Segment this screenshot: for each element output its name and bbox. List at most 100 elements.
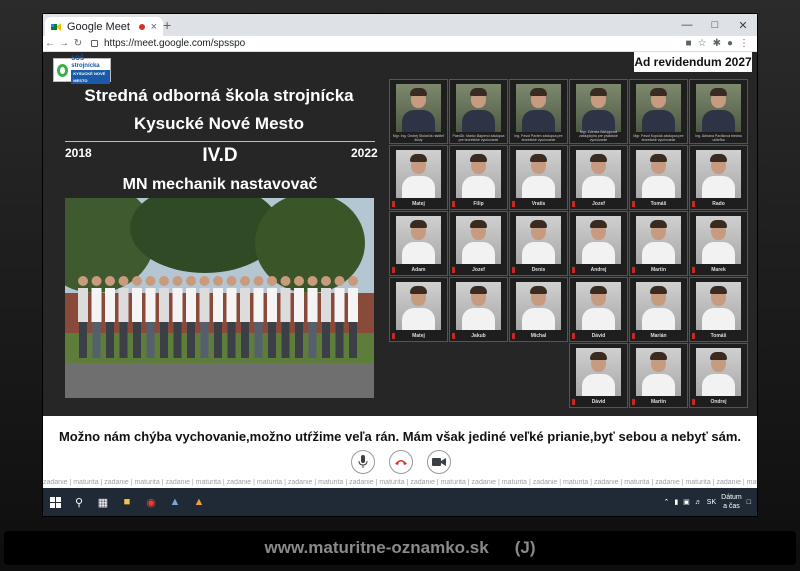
person-body — [267, 288, 277, 322]
portrait-photo — [696, 150, 741, 198]
footer-mark: (J) — [514, 538, 536, 557]
tab-google-meet[interactable]: Google Meet × — [45, 17, 163, 36]
browser-window: Google Meet × + — □ ✕ ← → ↻ https://meet… — [43, 14, 757, 516]
search-icon[interactable]: ⚲ — [67, 488, 91, 516]
address-bar[interactable]: https://meet.google.com/spsspo — [91, 38, 245, 49]
network-icon[interactable]: ▣ — [683, 498, 690, 506]
person-body — [159, 288, 169, 322]
file-explorer-icon[interactable]: ■ — [115, 488, 139, 516]
portrait-figure — [710, 220, 727, 228]
person-head — [253, 276, 264, 286]
divider — [65, 141, 375, 142]
portrait-figure — [462, 176, 495, 198]
back-icon[interactable]: ← — [43, 38, 57, 49]
address-toolbar: ← → ↻ https://meet.google.com/spsspo ■ ☆… — [43, 36, 757, 52]
start-windows-icon[interactable] — [43, 488, 67, 516]
task-view-icon[interactable]: ▦ — [91, 488, 115, 516]
bookmark-star-icon[interactable]: ☆ — [698, 38, 707, 49]
lock-icon — [91, 40, 98, 47]
student-name: Marián — [650, 333, 667, 339]
footer-site: www.maturitne-oznamko.sk — [264, 538, 489, 557]
camera-button[interactable] — [427, 450, 451, 474]
chrome-icon[interactable]: ◉ — [139, 488, 163, 516]
portrait-figure — [702, 242, 735, 264]
portrait-figure — [702, 374, 735, 396]
person-legs — [173, 322, 182, 358]
person-legs — [281, 322, 290, 358]
window-controls: — □ ✕ — [673, 14, 757, 36]
group-photo-drawing — [65, 198, 374, 398]
person-body — [145, 288, 156, 322]
person-legs — [160, 322, 168, 358]
portrait-photo — [396, 84, 441, 132]
class-name: IV.D — [202, 145, 238, 166]
profile-icon[interactable]: ● — [727, 38, 733, 49]
student-name: Adam — [411, 267, 426, 273]
teacher-portrait: Mgr. Ing. Ondrej Stolarčík riaditeľ škol… — [389, 79, 448, 144]
menu-icon[interactable]: ⋮ — [739, 38, 749, 49]
language-indicator[interactable]: SK — [707, 499, 716, 506]
portrait-photo — [696, 348, 741, 396]
hang-up-button[interactable] — [389, 450, 413, 474]
pinned-app-2-icon[interactable]: ▲ — [187, 488, 211, 516]
student-portrait: Jakub — [449, 277, 508, 342]
portrait-figure — [582, 110, 615, 132]
camera-permission-icon[interactable]: ■ — [686, 38, 692, 49]
portrait-figure — [402, 176, 435, 198]
recording-indicator-icon — [138, 23, 145, 30]
person-body — [213, 288, 223, 322]
extensions-icon[interactable]: ✱ — [713, 38, 721, 49]
new-tab-button[interactable]: + — [163, 17, 171, 33]
toolbar-right: ■ ☆ ✱ ● ⋮ — [686, 38, 757, 49]
portrait-figure — [462, 110, 495, 132]
portrait-figure — [582, 308, 615, 330]
person-legs — [187, 322, 195, 358]
pinned-app-icon[interactable]: ▲ — [163, 488, 187, 516]
portrait-photo — [696, 282, 741, 330]
tab-strip: Google Meet × + — □ ✕ — [43, 14, 757, 36]
minimize-icon[interactable]: — — [673, 14, 701, 36]
window-close-icon[interactable]: ✕ — [729, 14, 757, 36]
student-name: Martin — [651, 399, 666, 405]
forward-icon[interactable]: → — [57, 38, 71, 49]
hang-up-icon — [395, 460, 407, 465]
portrait-figure — [702, 308, 735, 330]
person-head — [172, 276, 183, 286]
portrait-photo — [396, 282, 441, 330]
portrait-photo — [456, 216, 501, 264]
portrait-figure — [710, 88, 727, 96]
portrait-figure — [522, 110, 555, 132]
person-legs — [214, 322, 222, 358]
person-head — [240, 276, 250, 286]
portrait-figure — [650, 154, 667, 162]
person-body — [348, 288, 358, 322]
portrait-figure — [642, 176, 675, 198]
tray-arrow-icon[interactable]: ⌃ — [663, 498, 669, 506]
tab-close-icon[interactable]: × — [151, 21, 157, 33]
student-name: Tomáš — [710, 333, 727, 339]
notification-icon[interactable]: □ — [747, 499, 751, 506]
portrait-figure — [410, 88, 427, 96]
student-name: Jozef — [592, 201, 605, 207]
microphone-icon — [358, 455, 368, 468]
person-legs — [119, 322, 128, 358]
portrait-figure — [530, 154, 547, 162]
person-body — [253, 288, 264, 322]
portrait-photo — [636, 216, 681, 264]
reload-icon[interactable]: ↻ — [71, 38, 85, 49]
portrait-photo — [696, 216, 741, 264]
microphone-button[interactable] — [351, 450, 375, 474]
portrait-figure — [402, 242, 435, 264]
volume-icon[interactable]: ♬ — [695, 499, 702, 506]
maximize-icon[interactable]: □ — [701, 14, 729, 36]
shared-screen: SOŠ strojnícka KYSUCKÉ NOVÉ MESTO Stredn… — [43, 52, 757, 416]
tray-mic-icon[interactable]: ▮ — [674, 498, 678, 506]
portrait-figure — [702, 176, 735, 198]
person-legs — [254, 322, 263, 358]
teacher-portrait: Mgr. Pavol Kopčák zástupca pre teoretick… — [629, 79, 688, 144]
person-head — [118, 276, 129, 286]
portrait-figure — [402, 308, 435, 330]
clock[interactable]: Dátum a čas — [721, 493, 742, 511]
portrait-figure — [590, 220, 607, 228]
portrait-figure — [650, 352, 667, 360]
